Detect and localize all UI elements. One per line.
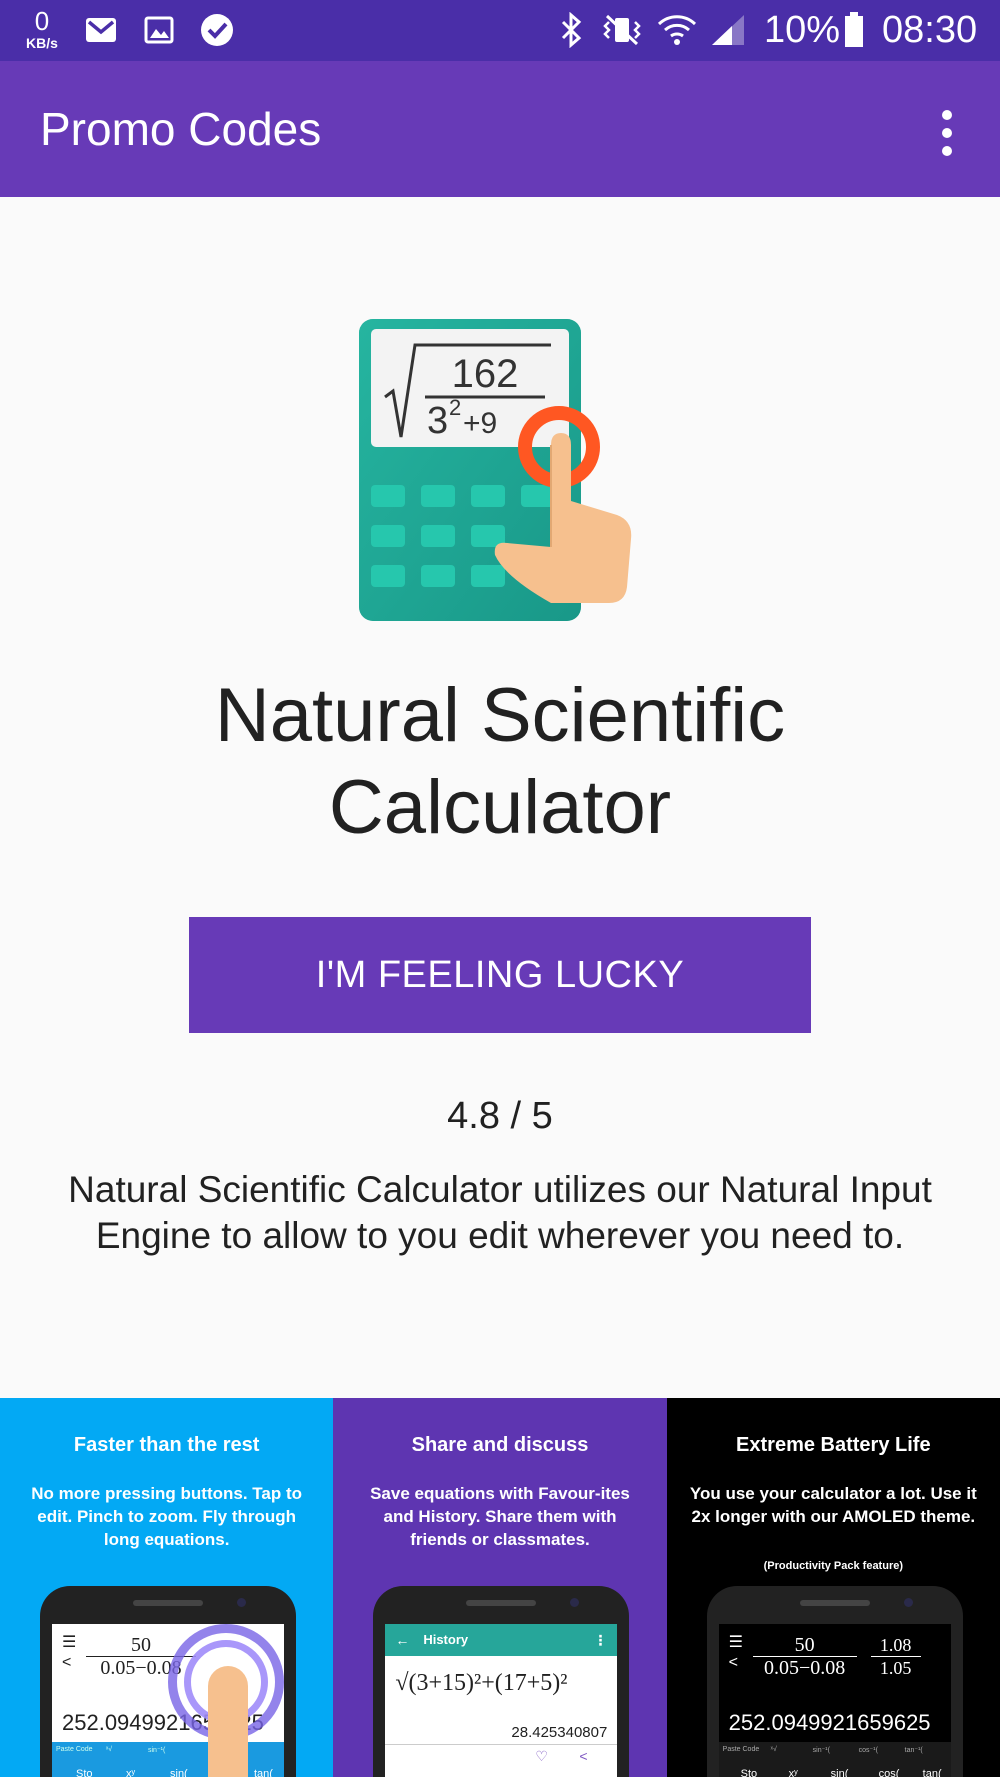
svg-text:+9: +9 bbox=[463, 407, 497, 440]
screenshot-heading: Share and discuss bbox=[411, 1434, 589, 1456]
key-label: Paste Code bbox=[56, 1746, 93, 1753]
wifi-icon bbox=[656, 12, 698, 48]
key: tan( bbox=[922, 1768, 942, 1777]
fraction-denominator: 0.05−0.08 bbox=[752, 1656, 857, 1679]
app-name-heading: Natural Scientific Calculator bbox=[0, 670, 1000, 854]
screenshot-body: No more pressing buttons. Tap to edit. P… bbox=[31, 1484, 303, 1549]
screenshot-battery: Extreme Battery Life You use your calcul… bbox=[666, 1398, 1000, 1777]
key-label: cos⁻¹( bbox=[858, 1747, 878, 1754]
network-speed-value: 0 bbox=[34, 6, 50, 36]
screenshot-faster: Faster than the rest No more pressing bu… bbox=[0, 1398, 334, 1777]
back-arrow-icon: ← bbox=[395, 1632, 410, 1648]
page-title: Promo Codes bbox=[40, 103, 322, 155]
inner-denominator: 1.05 bbox=[870, 1656, 921, 1679]
key: Sto bbox=[76, 1768, 93, 1777]
key: sin( bbox=[170, 1768, 188, 1777]
logo-numerator: 162 bbox=[452, 352, 519, 396]
calculator-screen-dark: ☰ < 50 0.05−0.08 1.08 1.05 252.094992165… bbox=[718, 1624, 951, 1777]
history-expression: √(3+15)²+(17+5)² bbox=[395, 1670, 568, 1696]
app-bar: Promo Codes bbox=[0, 61, 1000, 197]
app-description: Natural Scientific Calculator utilizes o… bbox=[68, 1169, 932, 1256]
key: xʸ bbox=[788, 1768, 798, 1777]
inner-numerator: 1.08 bbox=[879, 1635, 912, 1655]
vibrate-icon bbox=[600, 12, 644, 48]
screenshot-body: Save equations with Favour-ites and Hist… bbox=[370, 1484, 630, 1549]
gallery-icon bbox=[142, 12, 176, 48]
screenshot-heading: Faster than the rest bbox=[73, 1434, 260, 1456]
history-toolbar: ← History ⋮ bbox=[385, 1624, 618, 1656]
screenshot-carousel[interactable]: Faster than the rest No more pressing bu… bbox=[0, 1398, 1000, 1777]
network-speed-indicator: 0 KB/s bbox=[22, 8, 62, 50]
screenshot-share: Share and discuss Save equations with Fa… bbox=[333, 1398, 667, 1777]
app-name-text: Natural Scientific Calculator bbox=[214, 673, 786, 850]
gmail-icon bbox=[82, 12, 120, 48]
fraction-numerator: 50 bbox=[794, 1634, 815, 1656]
key: cos( bbox=[878, 1768, 900, 1777]
phone-mockup: ← History ⋮ √(3+15)²+(17+5)² 28.42534080… bbox=[373, 1586, 630, 1777]
keypad: Paste Code ˣ√ sin⁻¹( cos⁻¹( tan⁻¹( Sto x… bbox=[718, 1742, 951, 1777]
more-vert-icon[interactable] bbox=[922, 103, 972, 163]
task-check-icon bbox=[198, 12, 236, 48]
key-label: sin⁻¹( bbox=[148, 1747, 166, 1754]
share-icon: < bbox=[728, 1654, 738, 1671]
calculator-logo-icon: 162 3 2 +9 bbox=[355, 315, 645, 625]
key-label: ˣ√ bbox=[106, 1746, 113, 1753]
rating-text: 4.8 / 5 bbox=[447, 1095, 553, 1137]
svg-text:3: 3 bbox=[427, 400, 448, 442]
key-label: sin⁻¹( bbox=[812, 1747, 830, 1754]
battery-percent: 10% bbox=[764, 9, 841, 51]
key: xʸ bbox=[126, 1768, 136, 1777]
heart-icon: ♡ bbox=[535, 1748, 548, 1764]
network-speed-unit: KB/s bbox=[26, 35, 58, 51]
menu-icon: ☰ bbox=[62, 1634, 77, 1651]
key-label: ˣ√ bbox=[770, 1746, 777, 1753]
bluetooth-icon bbox=[556, 12, 586, 48]
key: sin( bbox=[830, 1768, 849, 1777]
share-icon: < bbox=[579, 1748, 588, 1764]
screenshot-note: (Productivity Pack feature) bbox=[763, 1560, 903, 1572]
clock: 08:30 bbox=[882, 9, 978, 51]
keypad: Paste Code ˣ√ sin⁻¹( Sto xʸ sin( tan( bbox=[52, 1742, 284, 1777]
screenshot-heading: Extreme Battery Life bbox=[736, 1434, 931, 1456]
history-title: History bbox=[423, 1632, 469, 1647]
share-icon: < bbox=[62, 1654, 72, 1671]
phone-mockup: ☰ < 50 0.05−0.08 1.08 1.05 252.094992165… bbox=[706, 1586, 963, 1777]
result-value: 252.0949921659625 bbox=[728, 1710, 931, 1735]
key: tan( bbox=[254, 1768, 273, 1777]
history-result: 28.425340807 bbox=[511, 1724, 608, 1741]
key-label: Paste Code bbox=[722, 1746, 760, 1753]
signal-icon bbox=[708, 12, 748, 48]
screenshot-body: You use your calculator a lot. Use it 2x… bbox=[689, 1484, 977, 1526]
history-screen: ← History ⋮ √(3+15)²+(17+5)² 28.42534080… bbox=[385, 1624, 618, 1777]
feeling-lucky-button[interactable]: I'M FEELING LUCKY bbox=[189, 917, 811, 1033]
menu-icon: ☰ bbox=[728, 1634, 743, 1651]
key-label: tan⁻¹( bbox=[904, 1747, 923, 1754]
status-bar: 0 KB/s 10% 08:30 bbox=[0, 0, 1000, 61]
svg-text:2: 2 bbox=[449, 395, 461, 420]
key: Sto bbox=[740, 1768, 758, 1777]
more-vert-icon: ⋮ bbox=[593, 1632, 608, 1648]
battery-icon bbox=[842, 12, 866, 48]
finger-illustration bbox=[208, 1666, 248, 1777]
